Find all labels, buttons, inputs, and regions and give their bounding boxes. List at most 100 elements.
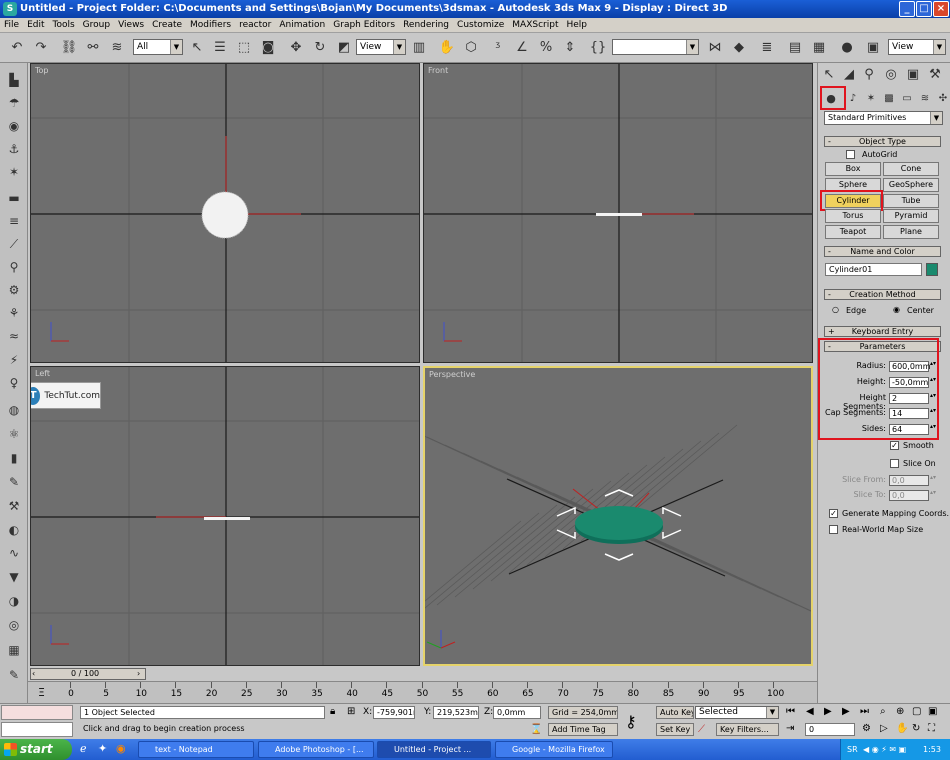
zoom-extents-icon[interactable]: ▢ xyxy=(912,706,921,717)
angle-snap-icon[interactable]: ∠ xyxy=(513,38,531,56)
creation-method-rollout[interactable]: - Creation Method xyxy=(824,289,941,300)
quicklaunch-ie-icon[interactable]: ℯ xyxy=(80,742,87,755)
sides-spinner[interactable]: 64 xyxy=(889,424,938,435)
keyboard-entry-rollout[interactable]: + Keyboard Entry xyxy=(824,326,941,337)
viewport-label[interactable]: Front xyxy=(428,66,448,75)
chevron-left-icon[interactable]: ‹ xyxy=(32,669,35,678)
point-path-icon[interactable]: ⚒ xyxy=(5,497,23,515)
language-indicator[interactable]: SR xyxy=(847,739,858,760)
align-icon[interactable]: ◆ xyxy=(730,38,748,56)
y-coordinate[interactable]: 219,523mi xyxy=(433,706,479,719)
space-warps-icon[interactable]: ≋ xyxy=(916,89,934,107)
menu-file[interactable]: File xyxy=(4,20,19,30)
auto-key-button[interactable]: Auto Key xyxy=(656,706,694,719)
maximize-button[interactable]: □ xyxy=(916,1,932,17)
previous-frame-icon[interactable]: ◀ xyxy=(806,706,814,717)
material-editor-icon[interactable]: ● xyxy=(838,38,856,56)
radius-spinner[interactable]: 600,0mm xyxy=(889,361,938,372)
task-photoshop[interactable]: Adobe Photoshop - [... xyxy=(258,741,374,758)
menu-tools[interactable]: Tools xyxy=(53,20,75,30)
task-notepad[interactable]: text - Notepad xyxy=(138,741,254,758)
smooth-checkbox[interactable]: ✓ xyxy=(890,441,899,450)
cap-segments-spinner[interactable]: 14 xyxy=(889,408,938,419)
select-manipulate-icon[interactable]: ✋ xyxy=(438,38,456,56)
object-name-input[interactable]: Cylinder01 xyxy=(825,263,922,276)
reference-coord-dropdown[interactable]: View ▼ xyxy=(356,39,406,55)
car-wheel-icon[interactable]: ✎ xyxy=(5,473,23,491)
absolute-mode-icon[interactable]: ⊞ xyxy=(347,706,355,717)
menu-modifiers[interactable]: Modifiers xyxy=(190,20,231,30)
viewport-label[interactable]: Perspective xyxy=(429,370,475,379)
viewport-label[interactable]: Left xyxy=(35,369,50,378)
menu-reactor[interactable]: reactor xyxy=(239,20,271,30)
create-animation-icon[interactable]: ◎ xyxy=(5,616,23,634)
arc-rotate-icon[interactable]: ↻ xyxy=(912,723,920,734)
keyboard-shortcut-icon[interactable]: ⬡ xyxy=(462,38,480,56)
properties-icon[interactable]: ✎ xyxy=(5,666,23,684)
viewport-perspective[interactable]: Perspective xyxy=(423,366,813,666)
pivot-center-icon[interactable]: ▥ xyxy=(410,38,428,56)
minimize-button[interactable]: _ xyxy=(899,1,915,17)
toy-car-icon[interactable]: ⚙ xyxy=(5,281,23,299)
menu-help[interactable]: Help xyxy=(566,20,587,30)
box-button[interactable]: Box xyxy=(825,162,881,176)
hinge-icon[interactable]: ◍ xyxy=(5,401,23,419)
display-tab-icon[interactable]: ▣ xyxy=(904,65,922,83)
key-mode-toggle-icon[interactable]: ⇥ xyxy=(786,723,794,734)
teapot-button[interactable]: Teapot xyxy=(825,225,881,239)
zoom-icon[interactable]: ⌕ xyxy=(880,706,886,717)
fracture-object-icon[interactable]: ◐ xyxy=(5,521,23,539)
select-by-name-icon[interactable]: ☰ xyxy=(211,38,229,56)
real-world-checkbox[interactable] xyxy=(829,525,838,534)
helpers-icon[interactable]: ▭ xyxy=(898,89,916,107)
object-type-rollout[interactable]: - Object Type xyxy=(824,136,941,147)
autogrid-checkbox[interactable] xyxy=(846,150,855,159)
start-button[interactable]: start xyxy=(0,739,72,760)
key-filters-button[interactable]: Key Filters... xyxy=(716,723,779,736)
render-view-dropdown[interactable]: View ▼ xyxy=(888,39,946,55)
water-icon[interactable]: ≈ xyxy=(5,327,23,345)
convexity-icon[interactable]: ▼ xyxy=(5,568,23,586)
scale-icon[interactable]: ◩ xyxy=(335,38,353,56)
dashpot-icon[interactable]: ≡ xyxy=(5,212,23,230)
move-icon[interactable]: ✥ xyxy=(287,38,305,56)
set-key-icon[interactable]: ⚷ xyxy=(625,712,637,731)
pan-icon[interactable]: ✋ xyxy=(896,723,908,734)
torus-button[interactable]: Torus xyxy=(825,209,881,223)
menu-create[interactable]: Create xyxy=(152,20,182,30)
category-dropdown[interactable]: Standard Primitives ▼ xyxy=(824,111,943,125)
quicklaunch-firefox-icon[interactable]: ◉ xyxy=(116,742,126,755)
slice-on-checkbox[interactable] xyxy=(890,459,899,468)
menu-maxscript[interactable]: MAXScript xyxy=(512,20,558,30)
z-coordinate[interactable]: 0,0mm xyxy=(493,706,541,719)
height-segments-spinner[interactable]: 2 xyxy=(889,393,938,404)
height-spinner[interactable]: -50,0mm xyxy=(889,377,938,388)
zoom-extents-all-icon[interactable]: ▣ xyxy=(928,706,937,717)
hierarchy-tab-icon[interactable]: ⚲ xyxy=(860,65,878,83)
reactor-collection-icon[interactable]: ▙ xyxy=(5,71,23,89)
constraint-solver-icon[interactable]: ⚡ xyxy=(5,351,23,369)
mirror-icon[interactable]: ⋈ xyxy=(706,38,724,56)
spinner-snap-icon[interactable]: ⇕ xyxy=(561,38,579,56)
point-to-point-icon[interactable]: ⚛ xyxy=(5,425,23,443)
plane-icon[interactable]: ✶ xyxy=(5,163,23,181)
undo-icon[interactable]: ↶ xyxy=(8,38,26,56)
menu-customize[interactable]: Customize xyxy=(457,20,504,30)
maximize-viewport-icon[interactable]: ⛶ xyxy=(928,723,935,734)
name-and-color-rollout[interactable]: - Name and Color xyxy=(824,246,941,257)
modify-tab-icon[interactable]: ◢ xyxy=(840,65,858,83)
analyze-world-icon[interactable]: ∿ xyxy=(5,544,23,562)
viewport-top[interactable]: Top xyxy=(30,63,420,363)
spring-icon[interactable]: ▬ xyxy=(5,189,23,207)
cloth-collection-icon[interactable]: ☂ xyxy=(5,94,23,112)
edge-radio-icon[interactable]: ○ xyxy=(832,305,839,314)
schematic-view-icon[interactable]: ▦ xyxy=(810,38,828,56)
motor-icon[interactable]: ⟋ xyxy=(5,235,23,253)
time-slider[interactable]: ‹ 0 / 100 › xyxy=(30,668,146,680)
go-to-start-icon[interactable]: ⏮ xyxy=(786,706,795,717)
task-3dsmax[interactable]: Untitled - Project ... xyxy=(377,741,491,758)
slice-to-spinner[interactable]: 0,0 xyxy=(889,490,938,501)
selection-filter-dropdown[interactable]: All ▼ xyxy=(133,39,183,55)
play-icon[interactable]: ▶ xyxy=(824,706,832,717)
redo-icon[interactable]: ↷ xyxy=(32,38,50,56)
